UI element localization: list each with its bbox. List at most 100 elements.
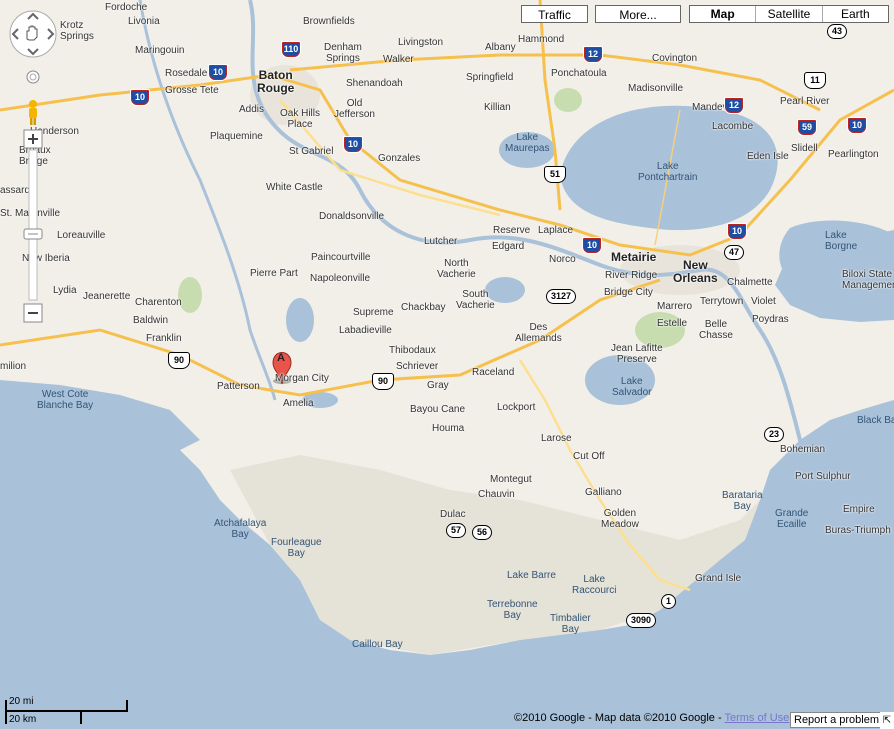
place-jean-lafitte: Jean Lafitte Preserve bbox=[611, 343, 663, 365]
place-des-allemands: Des Allemands bbox=[515, 322, 562, 344]
place-patterson: Patterson bbox=[217, 381, 260, 392]
place-pearlington: Pearlington bbox=[828, 149, 879, 160]
place-albany: Albany bbox=[485, 42, 516, 53]
shield-i12-a: 12 bbox=[583, 46, 603, 63]
water-lake-maurepas: Lake Maurepas bbox=[505, 132, 550, 154]
place-marrero: Marrero bbox=[657, 301, 693, 312]
marker-label: A bbox=[277, 352, 285, 364]
place-river-ridge: River Ridge bbox=[605, 270, 658, 281]
shield-us90-b: 90 bbox=[372, 373, 394, 390]
shield-la43: 43 bbox=[827, 24, 848, 39]
place-north-vacherie: North Vacherie bbox=[437, 258, 476, 280]
place-chackbay: Chackbay bbox=[401, 302, 446, 313]
shield-i10-e: 10 bbox=[727, 223, 747, 240]
zoom-reset-icon[interactable] bbox=[26, 70, 40, 84]
shield-i10-d: 10 bbox=[582, 237, 602, 254]
map-button[interactable]: Map bbox=[690, 6, 756, 22]
water-lake-borgne: Lake Borgne bbox=[825, 230, 858, 252]
place-morgan-city: Morgan City bbox=[275, 373, 329, 384]
place-south-vacherie: South Vacherie bbox=[456, 289, 495, 311]
place-lacombe: Lacombe bbox=[712, 121, 754, 132]
place-pearl-river: Pearl River bbox=[780, 96, 830, 107]
more-button[interactable]: More... bbox=[595, 5, 681, 23]
traffic-button[interactable]: Traffic bbox=[521, 5, 588, 23]
shield-i10-c: 10 bbox=[343, 136, 363, 153]
shield-us11: 11 bbox=[804, 72, 826, 89]
place-hammond: Hammond bbox=[518, 34, 565, 45]
place-killian: Killian bbox=[484, 102, 511, 113]
water-lake-pontchartrain: Lake Pontchartrain bbox=[638, 161, 698, 183]
place-dulac: Dulac bbox=[440, 509, 466, 520]
report-problem-button[interactable]: Report a problem bbox=[790, 712, 883, 728]
shield-la1: 1 bbox=[661, 594, 677, 609]
place-cut-off: Cut Off bbox=[573, 451, 605, 462]
shield-i12-b: 12 bbox=[724, 97, 744, 114]
place-denham-springs: Denham Springs bbox=[324, 42, 362, 64]
water-barataria-bay: Barataria Bay bbox=[722, 490, 763, 512]
copyright-footer: ©2010 Google - Map data ©2010 Google - T… bbox=[514, 712, 789, 724]
map-canvas[interactable] bbox=[0, 0, 894, 729]
shield-la57: 57 bbox=[446, 523, 467, 538]
pan-control[interactable] bbox=[8, 9, 58, 59]
water-lake-barre: Lake Barre bbox=[507, 570, 556, 581]
shield-i10-b: 10 bbox=[130, 89, 150, 106]
shield-i59: 59 bbox=[797, 119, 817, 136]
place-terrytown: Terrytown bbox=[700, 296, 744, 307]
terms-of-use-link[interactable]: Terms of Use bbox=[724, 712, 789, 724]
map-type-selector: Map Satellite Earth bbox=[689, 5, 889, 23]
zoom-slider-track[interactable] bbox=[28, 149, 38, 301]
water-lake-salvador: Lake Salvador bbox=[612, 376, 652, 398]
place-bohemian: Bohemian bbox=[780, 444, 826, 455]
place-pierre-part: Pierre Part bbox=[250, 268, 298, 279]
place-larose: Larose bbox=[541, 433, 572, 444]
place-chauvin: Chauvin bbox=[478, 489, 515, 500]
place-gonzales: Gonzales bbox=[378, 153, 421, 164]
place-brownfields: Brownfields bbox=[303, 16, 355, 27]
water-terrebonne-bay: Terrebonne Bay bbox=[487, 599, 538, 621]
place-donaldsonville: Donaldsonville bbox=[319, 211, 385, 222]
water-caillou-bay: Caillou Bay bbox=[352, 639, 403, 650]
water-fourleague-bay: Fourleague Bay bbox=[271, 537, 322, 559]
lake-verret bbox=[286, 298, 314, 342]
place-buras-triumph: Buras-Triumph bbox=[825, 525, 891, 536]
place-bridge-city: Bridge City bbox=[604, 287, 653, 298]
place-bayou-cane: Bayou Cane bbox=[410, 404, 466, 415]
place-livingston: Livingston bbox=[398, 37, 444, 48]
water-atchafalaya-bay: Atchafalaya Bay bbox=[214, 518, 267, 540]
place-franklin: Franklin bbox=[146, 333, 182, 344]
hand-icon bbox=[26, 25, 38, 41]
place-estelle: Estelle bbox=[657, 318, 688, 329]
park-manchac bbox=[554, 88, 582, 112]
place-belle-chasse: Belle Chasse bbox=[699, 319, 733, 341]
place-livonia: Livonia bbox=[128, 16, 160, 27]
place-charenton: Charenton bbox=[135, 297, 182, 308]
place-milion: milion bbox=[0, 361, 27, 372]
place-springfield: Springfield bbox=[466, 72, 514, 83]
shield-us51: 51 bbox=[544, 166, 566, 183]
satellite-button[interactable]: Satellite bbox=[755, 6, 822, 22]
place-krotz-springs: Krotz Springs bbox=[60, 20, 94, 42]
place-fordoche: Fordoche bbox=[105, 2, 148, 13]
resize-corner-icon[interactable]: ⇱ bbox=[880, 712, 894, 729]
place-maringouin: Maringouin bbox=[135, 45, 185, 56]
place-oak-hills-place: Oak Hills Place bbox=[280, 108, 321, 130]
place-chalmette: Chalmette bbox=[727, 277, 773, 288]
place-paincourtville: Paincourtville bbox=[311, 252, 371, 263]
place-grand-isle: Grand Isle bbox=[695, 573, 742, 584]
place-white-castle: White Castle bbox=[266, 182, 323, 193]
place-norco: Norco bbox=[549, 254, 576, 265]
place-thibodaux: Thibodaux bbox=[389, 345, 436, 356]
place-reserve: Reserve bbox=[493, 225, 531, 236]
place-jeanerette: Jeanerette bbox=[83, 291, 131, 302]
city-baton-rouge: Baton Rouge bbox=[257, 68, 295, 95]
place-napoleonville: Napoleonville bbox=[310, 273, 371, 284]
place-supreme: Supreme bbox=[353, 307, 394, 318]
place-edgard: Edgard bbox=[492, 241, 525, 252]
pegman-icon[interactable] bbox=[29, 100, 37, 125]
earth-button[interactable]: Earth bbox=[821, 6, 888, 22]
place-lutcher: Lutcher bbox=[424, 236, 458, 247]
place-ponchatoula: Ponchatoula bbox=[551, 68, 607, 79]
place-laplace: Laplace bbox=[538, 225, 574, 236]
scale-miles-label: 20 mi bbox=[9, 696, 34, 707]
shield-i10-a: 10 bbox=[208, 64, 228, 81]
